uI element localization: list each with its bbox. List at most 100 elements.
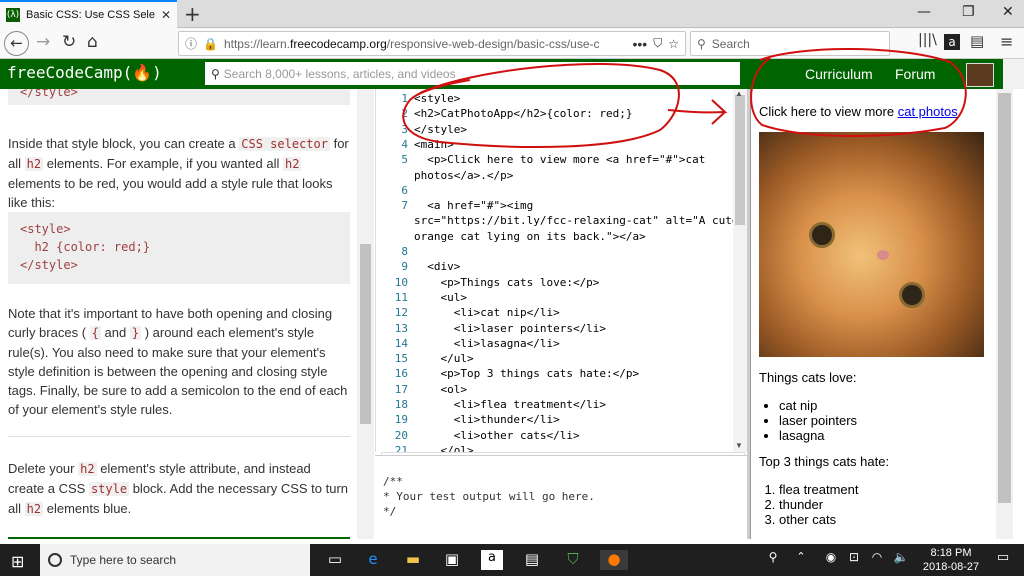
vpn-icon[interactable]: ⛉ (562, 550, 584, 570)
code-line[interactable]: </ol> (414, 444, 473, 452)
scrollbar-thumb[interactable] (735, 95, 745, 225)
code-line[interactable]: photos</a>.</p> (414, 169, 513, 182)
code-snippet-top: </style> (8, 89, 350, 105)
code-line[interactable]: <div> (414, 260, 460, 273)
tray-chevron-icon[interactable]: ⌃ (790, 550, 812, 570)
nav-curriculum-link[interactable]: Curriculum (805, 66, 873, 82)
inline-code: } (129, 326, 142, 340)
code-line: h2 {color: red;} (20, 240, 151, 254)
taskbar-search-input[interactable]: Type here to search (40, 544, 310, 576)
scrollbar-thumb[interactable] (998, 93, 1011, 503)
browser-search-placeholder: Search (711, 36, 750, 51)
test-output-panel: /** * Your test output will go here. */ (375, 455, 747, 539)
code-line[interactable]: <p>Click here to view more <a href="#">c… (414, 153, 705, 166)
code-line[interactable]: <ol> (414, 383, 467, 396)
browser-search-input[interactable]: ⚲ Search (690, 31, 890, 56)
code-editor[interactable]: 1 <style> 2 <h2>CatPhotoApp</h2>{color: red… (375, 89, 747, 452)
edge-icon[interactable]: e (362, 550, 384, 570)
url-text[interactable]: https://learn.freecodecamp.org/responsiv… (224, 37, 627, 51)
windows-taskbar: ⊞ Type here to search ▭ e ▬ ▣ a ▤ ⛉ ● ⚲ … (0, 544, 1024, 576)
code-line[interactable]: <p>Top 3 things cats hate:</p> (414, 367, 639, 380)
restore-icon[interactable]: ❐ (962, 4, 975, 20)
lesson-pane: </style> Inside that style block, you ca… (0, 89, 357, 539)
scroll-up-icon[interactable]: ▲ (735, 89, 743, 98)
close-tab-icon[interactable]: ✕ (161, 8, 171, 22)
clock-time: 8:18 PM (930, 547, 972, 559)
url-bar[interactable]: ⓘ 🔒 https://learn.freecodecamp.org/respo… (178, 31, 686, 56)
code-line[interactable]: <li>flea treatment</li> (414, 398, 606, 411)
file-explorer-icon[interactable]: ▬ (402, 550, 424, 570)
avatar[interactable] (966, 63, 994, 87)
code-line[interactable]: <li>laser pointers</li> (414, 322, 606, 335)
back-icon[interactable]: ← (4, 31, 29, 56)
wifi-icon[interactable]: ◠ (866, 550, 888, 570)
cat-photos-link[interactable]: cat photos (898, 104, 958, 119)
line-number: 4 (401, 137, 408, 151)
code-line[interactable]: <p>Things cats love:</p> (414, 276, 599, 289)
sidebar-icon[interactable]: ▤ (970, 32, 984, 50)
code-line[interactable]: <h2>CatPhotoApp</h2>{color: red;} (414, 107, 633, 120)
code-line[interactable]: orange cat lying on its back."></a> (414, 230, 646, 243)
library-icon[interactable]: |||\ (918, 32, 937, 48)
nav-forum-link[interactable]: Forum (895, 66, 935, 82)
code-line[interactable]: <li>cat nip</li> (414, 306, 560, 319)
editor-scrollbar[interactable]: ▲ ▼ (733, 89, 747, 452)
chrome-tray-icon[interactable]: ◉ (820, 550, 842, 570)
scroll-down-icon[interactable]: ▼ (735, 441, 743, 450)
scrollbar-thumb[interactable] (360, 244, 371, 424)
task-view-icon[interactable]: ▭ (324, 550, 346, 570)
code-line[interactable]: src="https://bit.ly/fcc-relaxing-cat" al… (414, 214, 739, 227)
cat-nose (877, 250, 889, 260)
code-line[interactable]: <ul> (414, 291, 467, 304)
bookmark-star-icon[interactable]: ☆ (668, 37, 679, 51)
amazon-extension-icon[interactable]: a (944, 34, 960, 50)
menu-icon[interactable]: ≡ (1000, 32, 1013, 51)
code-line[interactable]: <li>thunder</li> (414, 413, 560, 426)
line-number: 3 (401, 122, 408, 136)
browser-tab[interactable]: (λ) Basic CSS: Use CSS Selectors to ✕ (0, 0, 177, 28)
fcc-logo[interactable]: freeCodeCamp(🔥) (7, 63, 162, 82)
code-example-block: <style> h2 {color: red;} </style> (8, 212, 350, 284)
fcc-search-input[interactable]: ⚲ Search 8,000+ lessons, articles, and v… (205, 62, 740, 85)
forward-icon[interactable]: → (36, 32, 50, 52)
pocket-icon[interactable]: ⛉ (653, 36, 662, 51)
people-icon[interactable]: ⚲ (762, 550, 784, 570)
system-clock[interactable]: 8:18 PM 2018-08-27 (918, 546, 984, 574)
preview-scrollbar[interactable] (996, 89, 1013, 539)
code-line[interactable]: <main> (414, 138, 454, 151)
volume-icon[interactable]: 🔈 (890, 550, 912, 570)
code-line[interactable]: </ul> (414, 352, 473, 365)
amazon-icon[interactable]: a (481, 550, 503, 570)
text: and (104, 325, 127, 340)
new-tab-icon[interactable]: + (184, 2, 201, 26)
reload-icon[interactable]: ↻ (62, 32, 76, 52)
line-number: 20 (394, 428, 408, 442)
home-icon[interactable]: ⌂ (87, 32, 98, 52)
code-line[interactable]: <li>lasagna</li> (414, 337, 560, 350)
line-number: 13 (394, 321, 408, 335)
code-line[interactable]: <a href="#"><img (414, 199, 533, 212)
output-line: /** (383, 475, 403, 488)
run-button-edge[interactable] (8, 537, 350, 539)
minimize-icon[interactable]: — (917, 4, 931, 20)
network-icon[interactable]: ⊡ (843, 550, 865, 570)
code-line[interactable]: <style> (414, 92, 460, 105)
cat-image[interactable] (759, 132, 984, 357)
browser-nav-bar: ← → ↻ ⌂ ⓘ 🔒 https://learn.freecodecamp.o… (0, 28, 1024, 59)
page-actions-icon[interactable]: ••• (633, 36, 648, 52)
love-list: cat nip laser pointers lasagna (779, 398, 857, 443)
code-line[interactable]: </style> (414, 123, 467, 136)
text: Delete your (8, 461, 75, 476)
lesson-scrollbar[interactable] (357, 89, 374, 539)
windows-start-icon[interactable]: ⊞ (11, 552, 24, 571)
text: elements blue. (46, 501, 132, 516)
store-icon[interactable]: ▣ (441, 550, 463, 570)
document-icon[interactable]: ▤ (521, 550, 543, 570)
notification-icon[interactable]: ▭ (992, 550, 1014, 570)
code-line[interactable]: <li>other cats</li> (414, 429, 580, 442)
inline-code: h2 (24, 502, 44, 516)
close-window-icon[interactable]: ✕ (1002, 4, 1014, 20)
line-number: 15 (394, 352, 408, 366)
firefox-icon[interactable]: ● (600, 550, 628, 570)
info-icon[interactable]: ⓘ (185, 35, 197, 52)
